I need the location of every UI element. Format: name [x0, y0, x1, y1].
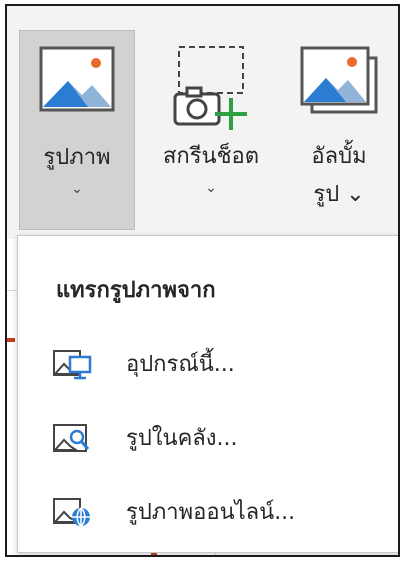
- menu-header: แทรกรูปภาพจาก: [56, 278, 216, 303]
- chevron-down-icon: ⌄: [71, 181, 83, 197]
- picture-icon: [38, 45, 116, 119]
- this-device-icon: [52, 347, 92, 385]
- accent-mark: [7, 338, 15, 342]
- screenshot-button[interactable]: สกรีนช็อต ⌄: [147, 30, 275, 230]
- background-gridline: [7, 290, 17, 291]
- insert-picture-from-menu: แทรกรูปภาพจาก อุปกรณ์นี้... รูปในคลัง...…: [17, 235, 398, 553]
- menu-item-stock-images[interactable]: รูปในคลัง...: [18, 410, 398, 464]
- screenshot-camera-icon: [165, 44, 257, 136]
- photo-album-label: อัลบั้ม: [311, 144, 367, 169]
- stock-images-icon: [52, 421, 92, 459]
- screenshot-label: สกรีนช็อต: [162, 144, 260, 169]
- menu-item-label: อุปกรณ์นี้...: [126, 351, 235, 377]
- online-pictures-icon: [52, 495, 92, 533]
- menu-item-this-device[interactable]: อุปกรณ์นี้...: [18, 336, 398, 390]
- menu-item-online-pictures[interactable]: รูปภาพออนไลน์...: [18, 484, 398, 538]
- chevron-down-icon: ⌄: [205, 180, 217, 196]
- pictures-label: รูปภาพ: [43, 145, 111, 170]
- photo-album-button[interactable]: อัลบั้ม รูป ⌄: [285, 30, 393, 230]
- photo-album-label-line2: รูป ⌄: [313, 182, 365, 207]
- photo-album-icon: [298, 44, 380, 124]
- ribbon-group-images: รูปภาพ ⌄ สกรีนช็อต ⌄ อัลบั้ม รูป ⌄: [7, 6, 398, 239]
- pictures-button[interactable]: รูปภาพ ⌄: [19, 30, 135, 230]
- insert-pictures-panel: รูปภาพ ⌄ สกรีนช็อต ⌄ อัลบั้ม รูป ⌄ แทรกร…: [5, 4, 400, 557]
- menu-item-label: รูปภาพออนไลน์...: [126, 499, 296, 525]
- menu-item-label: รูปในคลัง...: [126, 425, 238, 451]
